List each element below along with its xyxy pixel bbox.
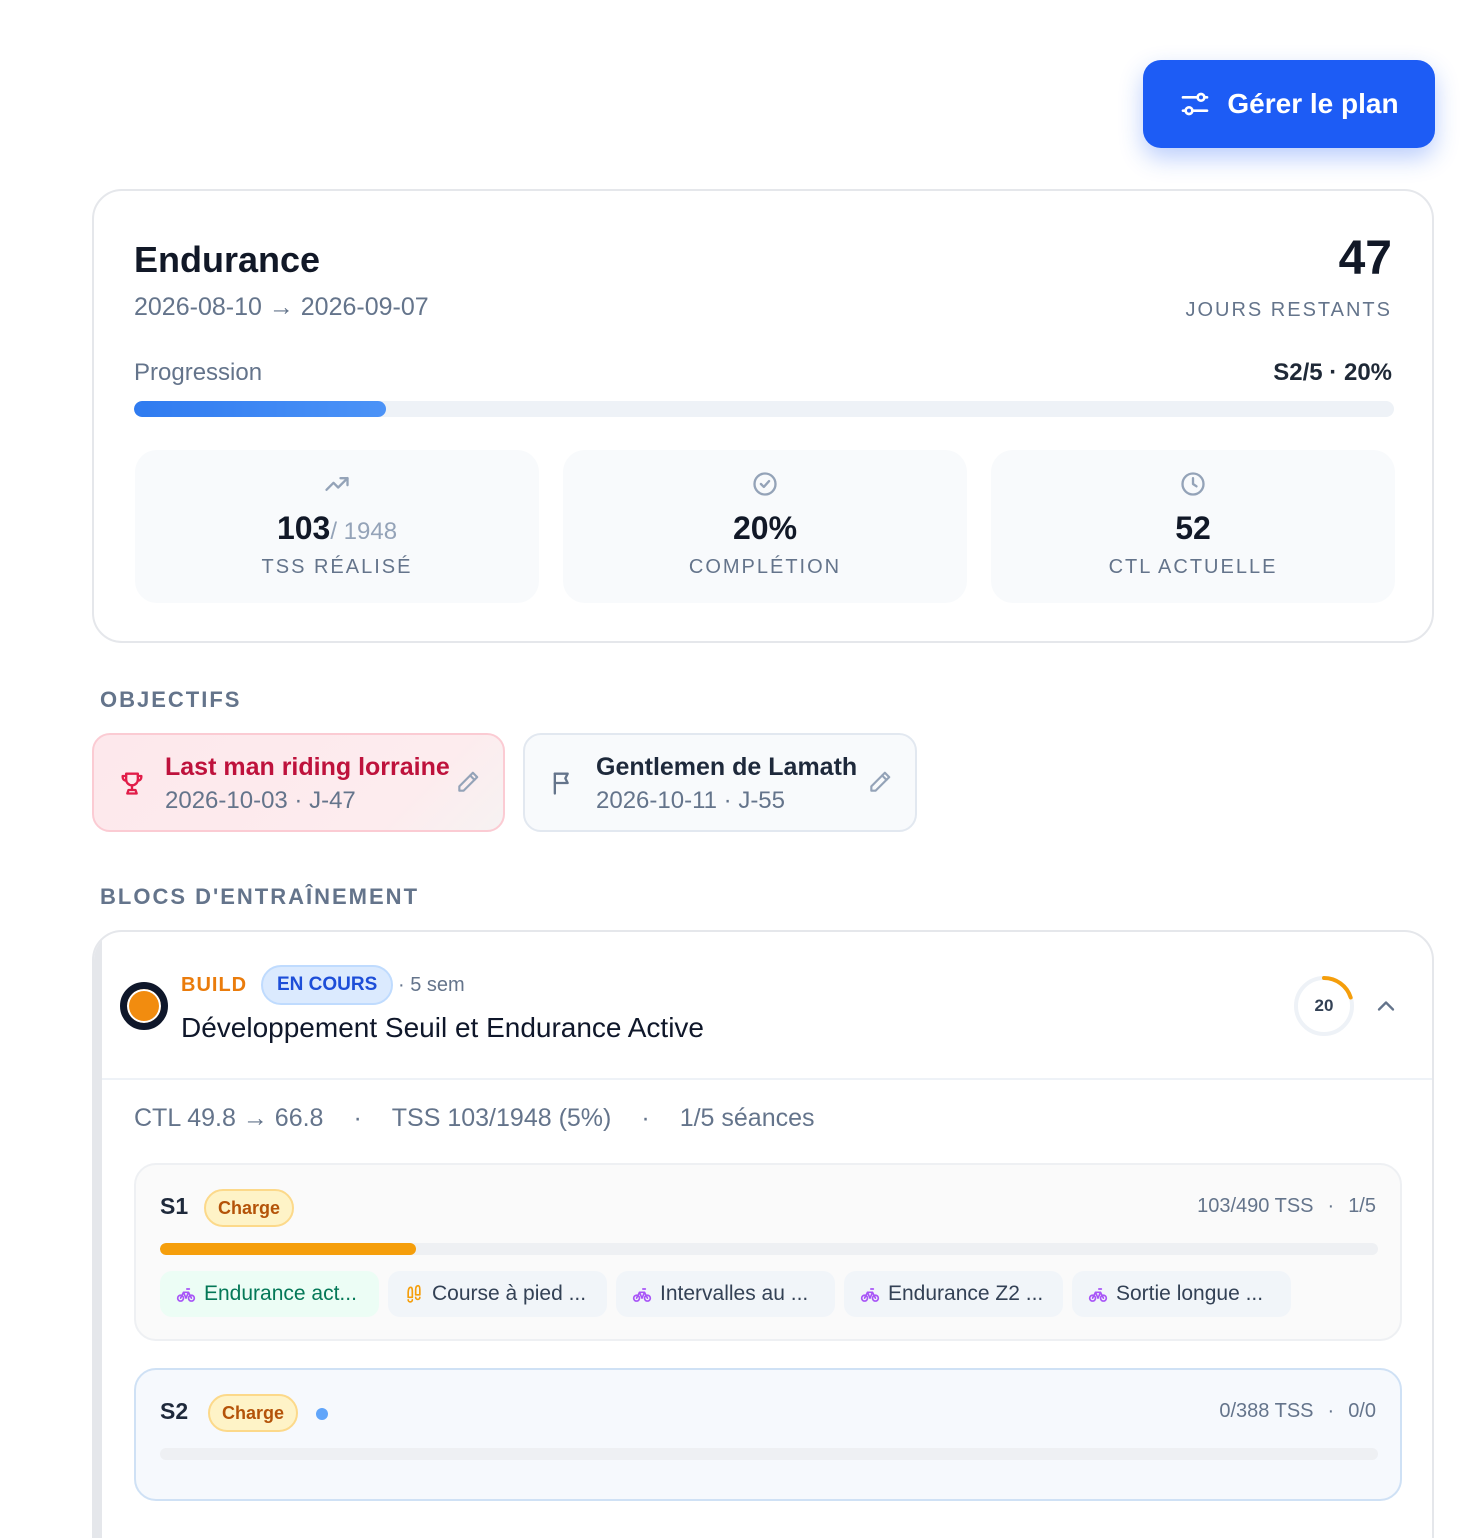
stat-ctl-label: CTL ACTUELLE — [1108, 556, 1278, 578]
trophy-icon — [121, 772, 143, 795]
training-blocks-heading: BLOCS D'ENTRAÎNEMENT — [100, 884, 420, 909]
stat-ctl: 52 CTL ACTUELLE — [991, 450, 1395, 603]
plan-dates: 2026-08-10 → 2026-09-07 — [134, 293, 429, 321]
stat-completion-value: 20% — [732, 510, 798, 546]
meta-separator: · — [353, 1104, 362, 1132]
objective-name: Last man riding lorraine — [165, 753, 450, 781]
session-chip[interactable]: Intervalles au ... — [616, 1271, 835, 1317]
session-label: Sortie longue ... — [1116, 1282, 1264, 1305]
objective-date: 2026-10-11 · J-55 — [596, 787, 785, 814]
week-tss: 103/490 TSS — [1197, 1195, 1314, 1217]
week-stats: 0/388 TSS · 0/0 — [1219, 1400, 1376, 1423]
stat-ctl-value: 52 — [1175, 510, 1211, 546]
week-separator: · — [1327, 1400, 1335, 1422]
session-label: Endurance act... — [204, 1282, 357, 1305]
week-type-badge: Charge — [208, 1394, 299, 1432]
sliders-icon — [1182, 92, 1209, 116]
week-label: S1 — [160, 1193, 189, 1219]
manage-plan-button[interactable]: Gérer le plan — [1143, 60, 1435, 148]
session-label: Course à pied ... — [432, 1282, 587, 1305]
session-list: Endurance act... Course à pied ... Inter… — [160, 1271, 1291, 1317]
week-label: S2 — [160, 1398, 189, 1424]
stat-tss-label: TSS RÉALISÉ — [261, 556, 413, 578]
stat-tss-total: / 1948 — [330, 518, 398, 545]
objective-name: Gentlemen de Lamath — [596, 753, 858, 781]
session-chip[interactable]: Endurance act... — [160, 1271, 379, 1317]
week-sessions-count: 1/5 — [1348, 1195, 1376, 1217]
status-badge: EN COURS — [261, 965, 394, 1005]
plan-summary-card: Endurance 2026-08-10 → 2026-09-07 47 JOU… — [92, 189, 1434, 643]
week-tss: 0/388 TSS — [1219, 1400, 1314, 1422]
week-separator: · — [1327, 1195, 1335, 1217]
block-phase: BUILD — [181, 974, 248, 996]
progress-label: Progression — [134, 359, 263, 386]
week-progress-fill — [160, 1243, 416, 1255]
block-title: Développement Seuil et Endurance Active — [181, 1012, 704, 1043]
week-stats: 103/490 TSS · 1/5 — [1197, 1195, 1376, 1218]
training-block-card: BUILD EN COURS · 5 sem Développement Seu… — [92, 930, 1434, 1538]
block-ctl: CTL 49.8 → 66.8 — [134, 1104, 324, 1132]
objective-date: 2026-10-03 · J-47 — [165, 787, 356, 814]
days-remaining-value: 47 — [1338, 232, 1392, 285]
bike-icon — [632, 1288, 652, 1302]
bike-icon — [176, 1288, 196, 1302]
manage-plan-label: Gérer le plan — [1227, 88, 1399, 119]
block-header[interactable]: BUILD EN COURS · 5 sem Développement Seu… — [102, 932, 1432, 1080]
session-chip[interactable]: Sortie longue ... — [1072, 1271, 1291, 1317]
flag-icon — [553, 772, 569, 795]
block-meta: CTL 49.8 → 66.8 · TSS 103/1948 (5%) · 1/5 sé… — [134, 1104, 815, 1133]
meta-separator: · — [641, 1104, 650, 1132]
block-tss: TSS 103/1948 (5%) — [391, 1104, 612, 1132]
bike-icon — [1088, 1288, 1108, 1302]
week-type-badge: Charge — [204, 1189, 295, 1227]
check-circle-icon — [753, 472, 777, 496]
session-label: Intervalles au ... — [660, 1282, 809, 1305]
stat-tss: 103/ 1948 TSS RÉALISÉ — [135, 450, 539, 603]
objectives-heading: OBJECTIFS — [100, 687, 242, 712]
chevron-up-icon[interactable] — [1372, 992, 1400, 1020]
session-chip[interactable]: Course à pied ... — [388, 1271, 607, 1317]
edit-pencil-icon[interactable] — [867, 769, 893, 795]
stat-completion: 20% COMPLÉTION — [563, 450, 967, 603]
days-remaining-label: JOURS RESTANTS — [1185, 299, 1392, 321]
week-progress-bar — [160, 1243, 1378, 1255]
block-duration: · 5 sem — [398, 974, 465, 996]
phase-indicator — [120, 982, 168, 1030]
plan-title: Endurance — [134, 239, 321, 280]
plan-progress-fill — [134, 401, 386, 417]
session-label: Endurance Z2 ... — [888, 1282, 1044, 1305]
current-week-indicator — [316, 1408, 328, 1420]
objective-card-primary[interactable]: Last man riding lorraine 2026-10-03 · J-… — [92, 733, 505, 832]
bike-icon — [860, 1288, 880, 1302]
edit-pencil-icon[interactable] — [455, 769, 481, 795]
objective-card-secondary[interactable]: Gentlemen de Lamath 2026-10-11 · J-55 — [523, 733, 917, 832]
week-card-s1[interactable]: S1 Charge 103/490 TSS · 1/5 Endurance act.… — [134, 1163, 1402, 1341]
week-card-s2[interactable]: S2 Charge 0/388 TSS · 0/0 — [134, 1368, 1402, 1501]
session-chip[interactable]: Endurance Z2 ... — [844, 1271, 1063, 1317]
progress-value: S2/5 · 20% — [1273, 359, 1392, 386]
stat-tss-value: 103 — [276, 510, 331, 546]
plan-progress-bar — [134, 401, 1394, 417]
block-progress-value: 20 — [1314, 996, 1334, 1015]
trending-up-icon — [325, 477, 349, 491]
footprints-icon — [407, 1284, 421, 1303]
block-sessions: 1/5 séances — [679, 1104, 815, 1132]
week-progress-bar — [160, 1448, 1378, 1460]
week-sessions-count: 0/0 — [1348, 1400, 1376, 1422]
block-accent-bar — [94, 932, 102, 1538]
stat-completion-label: COMPLÉTION — [688, 556, 842, 578]
clock-icon — [1181, 472, 1205, 496]
